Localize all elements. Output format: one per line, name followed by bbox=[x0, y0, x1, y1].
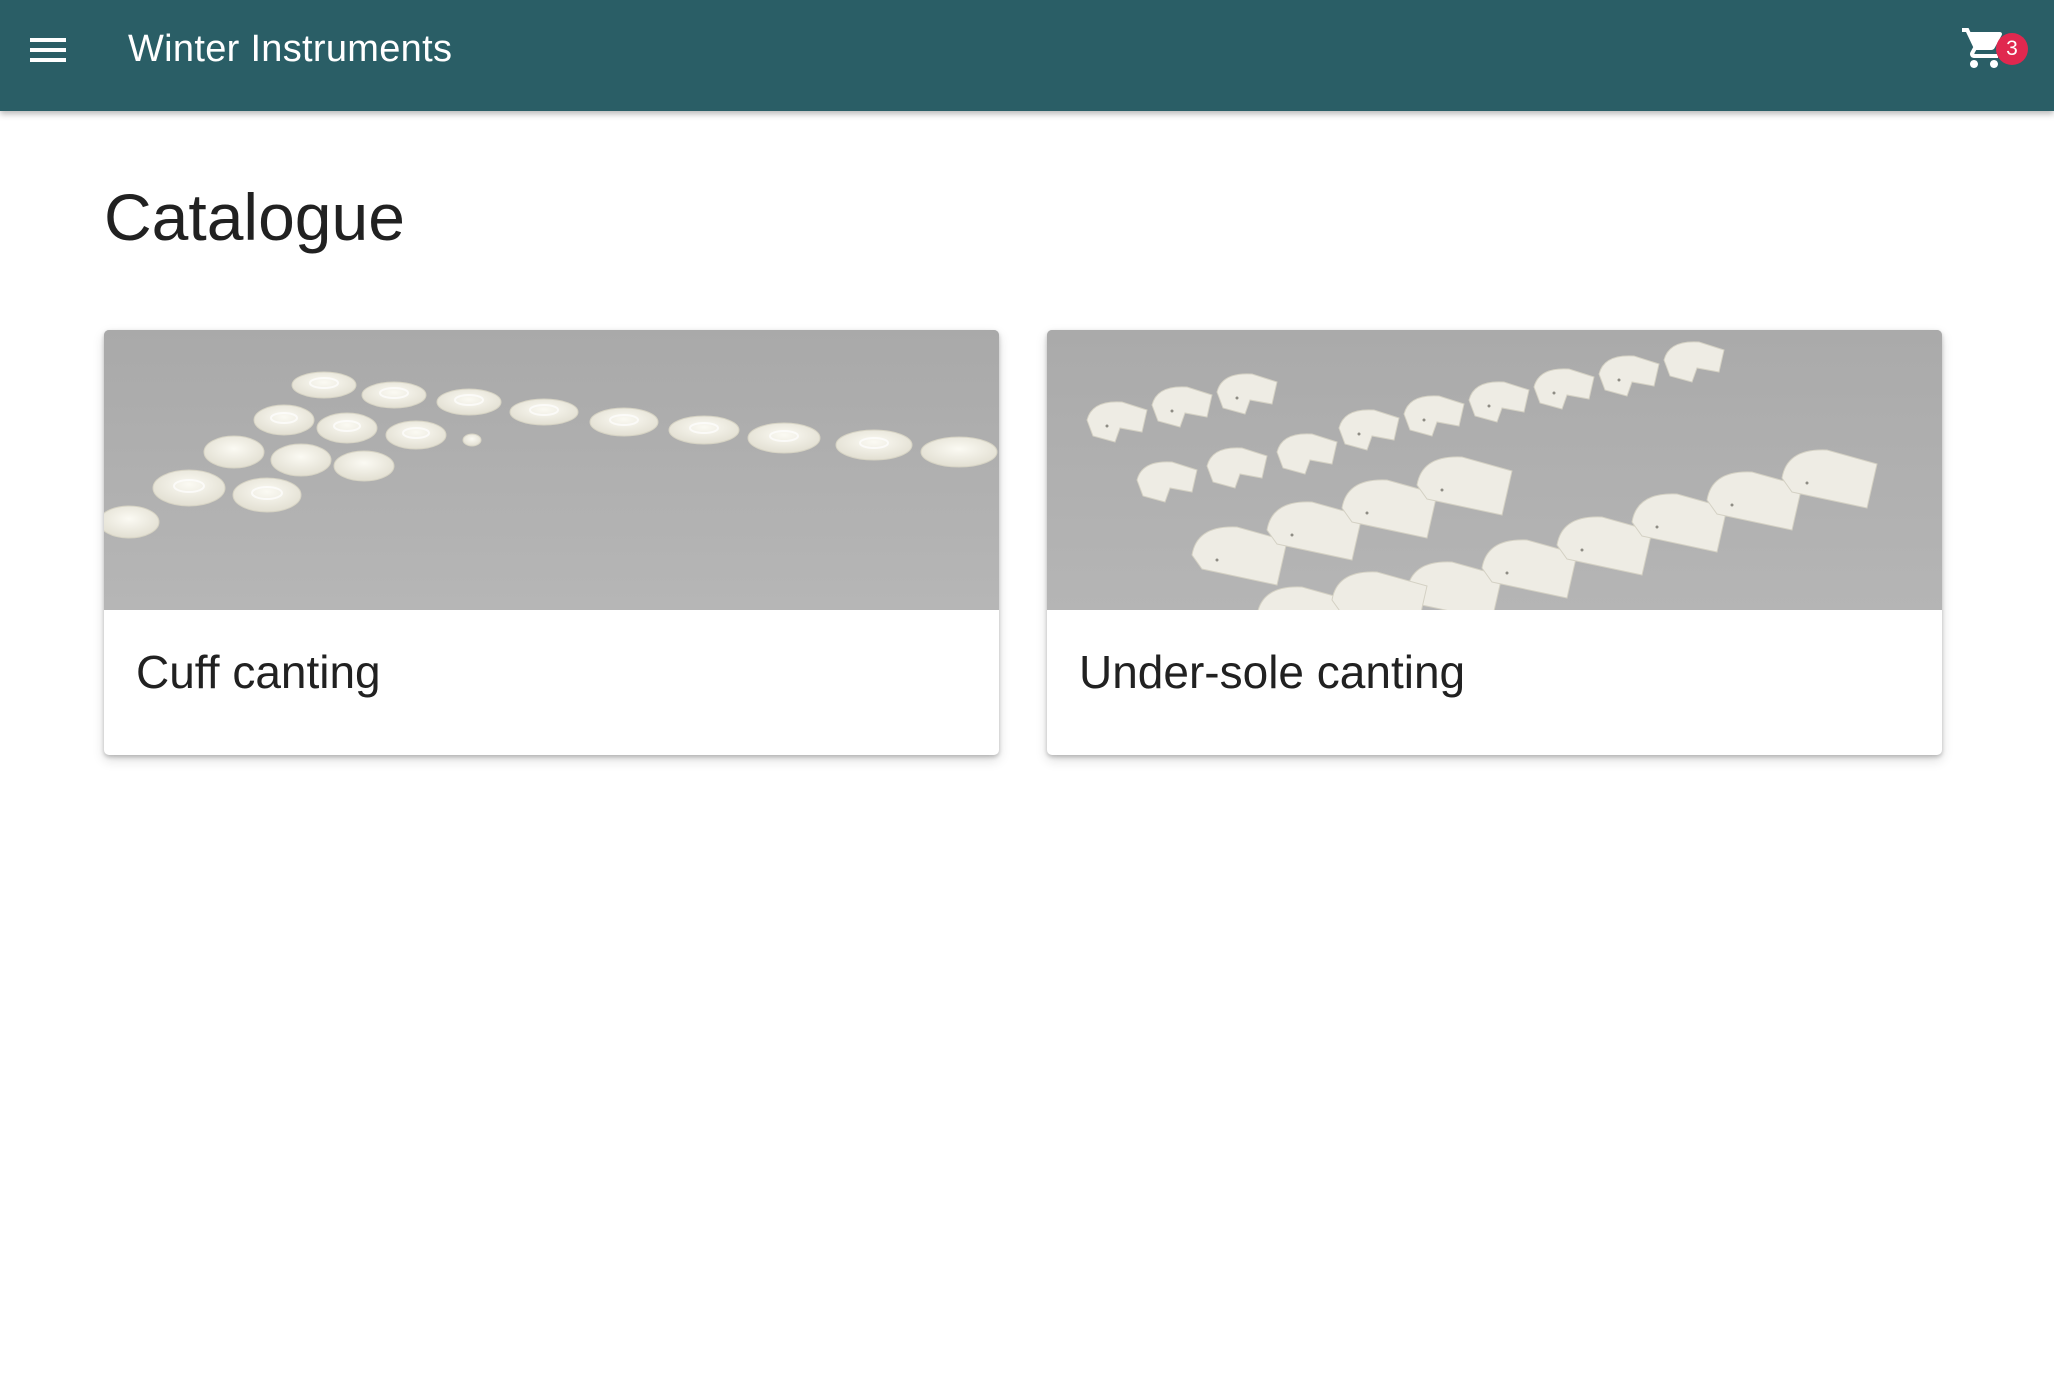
page-title: Catalogue bbox=[104, 180, 405, 254]
card-image-under-sole-canting bbox=[1047, 330, 1942, 610]
hamburger-menu-icon bbox=[30, 38, 66, 62]
cart-count-badge: 3 bbox=[1996, 33, 2028, 65]
card-image-cuff-canting bbox=[104, 330, 999, 610]
cart-button[interactable]: 3 bbox=[1952, 22, 2032, 78]
card-title: Under-sole canting bbox=[1079, 646, 1466, 698]
catalogue-card-under-sole-canting[interactable]: Under-sole canting bbox=[1047, 330, 1942, 755]
menu-button[interactable] bbox=[22, 24, 74, 76]
catalogue-card-cuff-canting[interactable]: Cuff canting bbox=[104, 330, 999, 755]
app-bar: Winter Instruments 3 bbox=[0, 0, 2054, 111]
card-title: Cuff canting bbox=[136, 646, 381, 698]
app-title: Winter Instruments bbox=[128, 28, 453, 70]
